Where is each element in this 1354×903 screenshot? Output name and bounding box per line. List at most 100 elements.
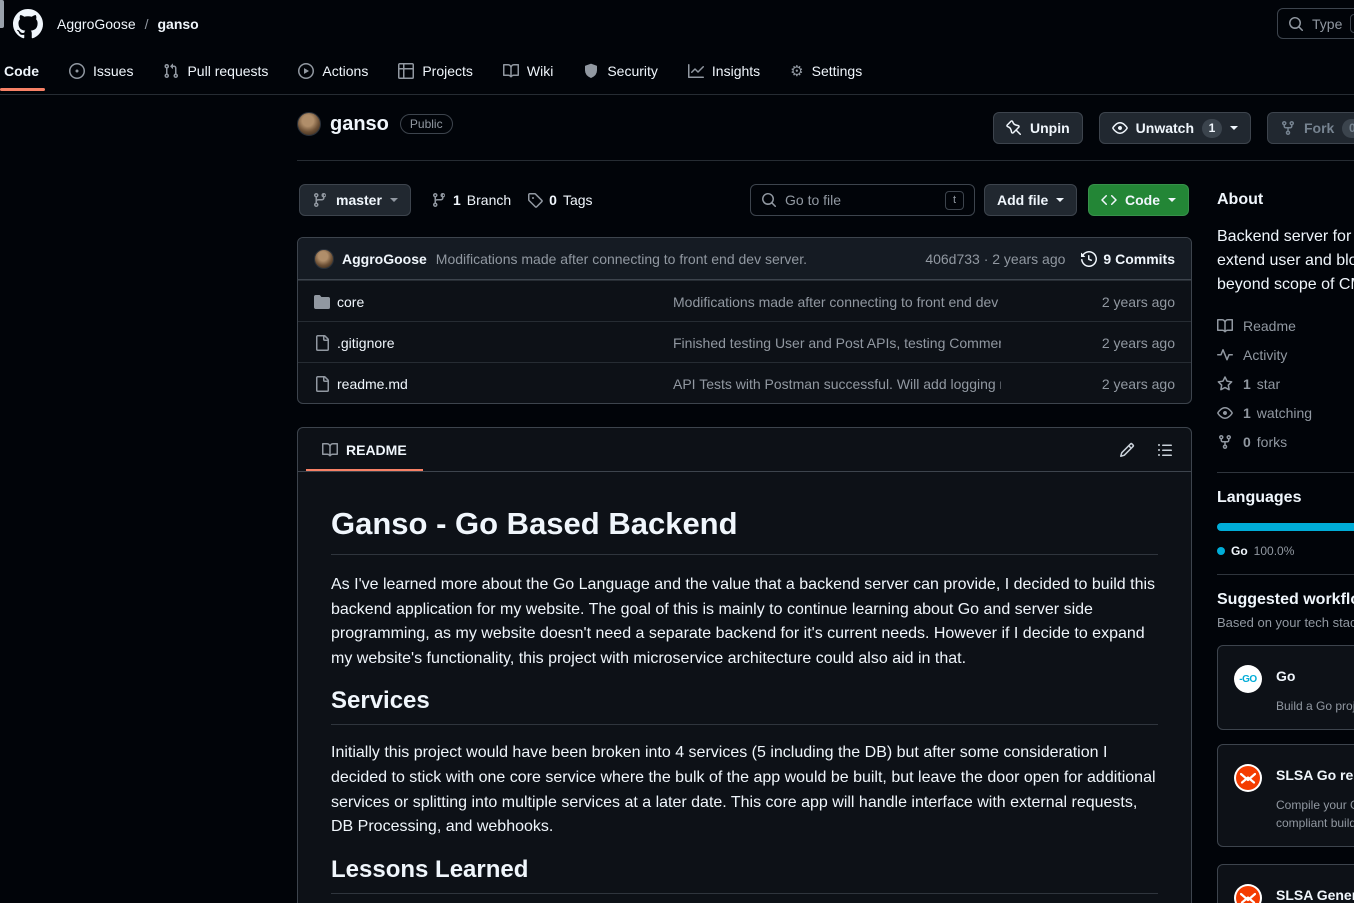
- breadcrumb-org[interactable]: AggroGoose: [57, 16, 136, 32]
- pull-request-icon: [163, 63, 179, 79]
- search-icon: [1288, 16, 1304, 32]
- tab-projects[interactable]: Projects: [396, 48, 475, 94]
- commit-author[interactable]: AggroGoose: [342, 251, 427, 267]
- language-legend-go[interactable]: Go 100.0%: [1217, 544, 1354, 558]
- unwatch-label: Unwatch: [1136, 120, 1194, 136]
- repo-toolbar: master 1 Branch 0 Tags Go to file t Add …: [297, 184, 1192, 216]
- file-name[interactable]: .gitignore: [337, 335, 395, 351]
- commit-author-avatar[interactable]: [314, 249, 334, 269]
- tab-label: Settings: [812, 63, 863, 79]
- tab-label: Security: [607, 63, 658, 79]
- outline-list-icon[interactable]: [1157, 442, 1173, 458]
- breadcrumb-separator: /: [145, 16, 149, 32]
- slsa-logo: [1234, 764, 1262, 792]
- tab-readme[interactable]: README: [306, 428, 423, 471]
- tab-code[interactable]: Code: [2, 48, 41, 94]
- about-description: Backend server for extend user and blo b…: [1217, 225, 1354, 297]
- unpin-label: Unpin: [1030, 120, 1070, 136]
- forks-link[interactable]: 0 forks: [1217, 427, 1354, 456]
- search-placeholder: Type: [1312, 16, 1342, 32]
- commit-message[interactable]: Modifications made after connecting to f…: [436, 251, 807, 267]
- add-file-button[interactable]: Add file: [984, 184, 1077, 216]
- repo-actions: Unpin Unwatch 1 Fork 0: [993, 112, 1354, 144]
- unwatch-button[interactable]: Unwatch 1: [1099, 112, 1251, 144]
- star-icon: [1217, 376, 1233, 392]
- workflow-card-slsa-go[interactable]: SLSA Go releaser Compile your Go project…: [1217, 744, 1354, 847]
- languages-heading: Languages: [1217, 489, 1354, 507]
- suggested-workflows-section: Suggested workflows Based on your tech s…: [1217, 591, 1354, 903]
- language-bar[interactable]: [1217, 523, 1354, 531]
- pin-icon: [1006, 120, 1022, 136]
- activity-link[interactable]: Activity: [1217, 340, 1354, 369]
- breadcrumb: AggroGoose / ganso: [57, 0, 199, 48]
- book-icon: [1217, 318, 1233, 334]
- branch-icon: [431, 192, 447, 208]
- tab-label: Issues: [93, 63, 133, 79]
- actions-icon: [298, 63, 314, 79]
- caret-down-icon: [1168, 198, 1176, 206]
- file-icon: [314, 376, 330, 392]
- file-commit-message[interactable]: Modifications made after connecting to f…: [673, 281, 1001, 322]
- tab-settings[interactable]: ⚙ Settings: [788, 48, 864, 94]
- repo-nav: Code Issues Pull requests Actions Projec…: [0, 48, 1354, 95]
- pencil-icon[interactable]: [1119, 442, 1135, 458]
- about-heading: About: [1217, 191, 1354, 209]
- commit-sha-time[interactable]: 406d733 · 2 years ago: [925, 251, 1065, 267]
- fork-button: Fork 0: [1267, 112, 1354, 144]
- branch-selector[interactable]: master: [299, 184, 411, 216]
- workflow-card-slsa-generic[interactable]: SLSA Generic generator: [1217, 864, 1354, 903]
- file-name[interactable]: readme.md: [337, 376, 408, 392]
- global-search-input[interactable]: Type /: [1277, 8, 1354, 39]
- tab-wiki[interactable]: Wiki: [501, 48, 555, 94]
- caret-down-icon: [1056, 198, 1064, 206]
- tab-pull-requests[interactable]: Pull requests: [161, 48, 270, 94]
- file-row[interactable]: .gitignore Finished testing User and Pos…: [298, 321, 1191, 362]
- repo-owner-avatar[interactable]: [297, 112, 321, 136]
- file-commit-time: 2 years ago: [1102, 281, 1175, 322]
- commits-count-label: 9 Commits: [1103, 251, 1175, 267]
- projects-icon: [398, 63, 414, 79]
- readme-title: Ganso - Go Based Backend: [331, 506, 1158, 555]
- code-icon: [1101, 192, 1117, 208]
- tab-insights[interactable]: Insights: [686, 48, 762, 94]
- tag-count: 0: [549, 192, 557, 208]
- readme-link[interactable]: Readme: [1217, 311, 1354, 340]
- about-meta-list: Readme Activity 1 star 1 watching 0 fork…: [1217, 311, 1354, 456]
- breadcrumb-repo[interactable]: ganso: [158, 16, 199, 32]
- stars-link[interactable]: 1 star: [1217, 369, 1354, 398]
- repo-title-row: ganso Public: [297, 112, 453, 136]
- folder-icon: [314, 294, 330, 310]
- file-row[interactable]: core Modifications made after connecting…: [298, 280, 1191, 321]
- workflow-card-go[interactable]: -GO Go Build a Go project: [1217, 645, 1354, 730]
- search-icon: [761, 192, 777, 208]
- code-label: Code: [1125, 192, 1160, 208]
- fork-button-main[interactable]: Fork 0: [1268, 113, 1354, 143]
- repo-name[interactable]: ganso: [330, 113, 389, 136]
- file-name[interactable]: core: [337, 294, 364, 310]
- unpin-button[interactable]: Unpin: [993, 112, 1083, 144]
- file-commit-message[interactable]: Finished testing User and Post APIs, tes…: [673, 322, 1001, 363]
- eye-icon: [1217, 405, 1233, 421]
- tags-link[interactable]: 0 Tags: [527, 192, 592, 208]
- languages-section: Languages Go 100.0%: [1217, 489, 1354, 558]
- search-shortcut-key: /: [1350, 14, 1354, 33]
- readme-services-heading: Services: [331, 687, 1158, 725]
- eye-icon: [1112, 120, 1128, 136]
- tab-security[interactable]: Security: [581, 48, 660, 94]
- visibility-badge: Public: [400, 114, 453, 134]
- file-commit-message[interactable]: API Tests with Postman successful. Will …: [673, 363, 1001, 404]
- github-logo-icon[interactable]: [13, 9, 43, 39]
- readme-tab-label: README: [346, 442, 407, 458]
- insights-icon: [688, 63, 704, 79]
- book-icon: [503, 63, 519, 79]
- branch-icon: [312, 192, 328, 208]
- go-to-file-input[interactable]: Go to file t: [750, 184, 975, 216]
- tab-label: Projects: [422, 63, 473, 79]
- file-row[interactable]: readme.md API Tests with Postman success…: [298, 362, 1191, 403]
- tab-actions[interactable]: Actions: [296, 48, 370, 94]
- watchers-link[interactable]: 1 watching: [1217, 398, 1354, 427]
- commit-history-link[interactable]: 9 Commits: [1081, 251, 1175, 267]
- tab-issues[interactable]: Issues: [67, 48, 135, 94]
- code-button[interactable]: Code: [1088, 184, 1189, 216]
- branches-link[interactable]: 1 Branch: [431, 192, 511, 208]
